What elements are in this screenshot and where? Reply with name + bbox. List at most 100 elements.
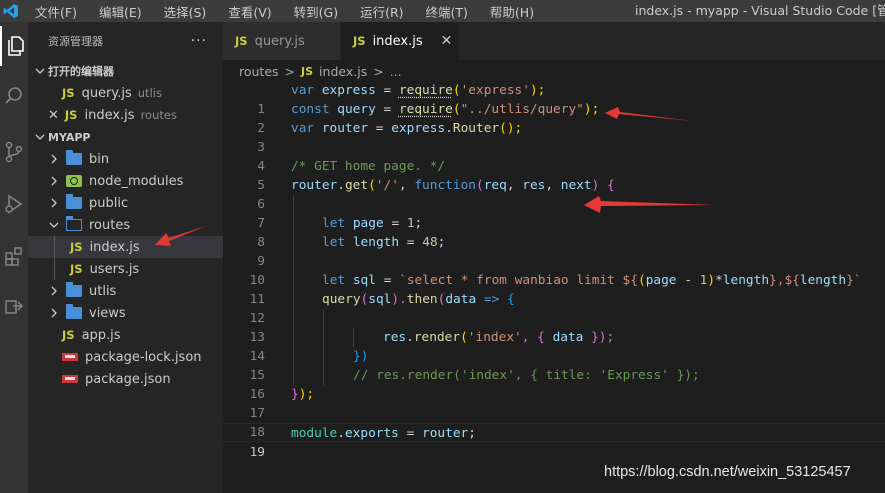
tab-query-js[interactable]: JS query.js [223, 22, 341, 60]
open-editor-desc: routes [140, 108, 177, 122]
breadcrumb-folder[interactable]: routes [239, 64, 279, 79]
indent-guide [293, 347, 294, 366]
js-file-icon: JS [64, 108, 78, 122]
open-editor-query-js[interactable]: JS query.js utlis [28, 82, 223, 104]
code-line: 2 const query = require("../utlis/query"… [223, 100, 885, 136]
indent-guide [293, 233, 294, 252]
window-title: index.js - myapp - Visual Studio Code [管… [635, 3, 885, 18]
folder-icon [66, 150, 82, 165]
project-title: MYAPP [48, 130, 91, 144]
tree-item-label: index.js [89, 239, 140, 255]
folder-icon [66, 194, 82, 209]
menu-terminal[interactable]: 终端(T) [413, 2, 477, 21]
vscode-logo-icon [0, 0, 22, 22]
menu-run[interactable]: 运行(R) [347, 2, 412, 21]
more-actions-icon[interactable]: ··· [191, 33, 207, 49]
menu-file[interactable]: 文件(F) [22, 2, 86, 21]
tree-folder-routes[interactable]: routes [28, 214, 223, 236]
breadcrumb: routes > JS index.js > ... [223, 60, 885, 82]
tree-item-label: views [89, 305, 126, 321]
line-number: 19 [249, 445, 265, 460]
extensions-icon[interactable] [0, 236, 28, 276]
tree-file-users-js[interactable]: JS users.js [28, 258, 223, 280]
indent-guide [293, 328, 294, 347]
tree-folder-utlis[interactable]: utlis [28, 280, 223, 302]
folder-icon [66, 304, 82, 319]
tree-file-app-js[interactable]: JS app.js [28, 324, 223, 346]
code-line: 4 [223, 138, 885, 174]
code-line: 10 [223, 252, 885, 288]
indent-guide [293, 252, 294, 271]
tree-item-label: users.js [89, 261, 140, 277]
activity-bar [0, 22, 28, 493]
open-editors-title: 打开的编辑器 [48, 65, 114, 78]
chevron-right-icon [46, 195, 62, 211]
code-line: 11 let sql = `select * from wanbiao limi… [223, 271, 885, 307]
tab-index-js[interactable]: JS index.js ✕ [341, 22, 459, 60]
line-content: var express = require('express'); [291, 83, 546, 98]
search-icon[interactable] [0, 76, 28, 116]
chevron-right-icon [46, 173, 62, 189]
npm-icon [62, 375, 78, 383]
menu-help[interactable]: 帮助(H) [477, 2, 543, 21]
menu-view[interactable]: 查看(V) [215, 2, 280, 21]
open-editor-label: index.js [84, 107, 135, 123]
remote-icon[interactable] [0, 286, 28, 326]
title-bar: 文件(F) 编辑(E) 选择(S) 查看(V) 转到(G) 运行(R) 终端(T… [0, 0, 885, 22]
tab-label: query.js [254, 33, 305, 49]
open-editor-index-js[interactable]: ✕ JS index.js routes [28, 104, 223, 126]
folder-icon [66, 282, 82, 297]
tree-folder-public[interactable]: public [28, 192, 223, 214]
tree-item-label: routes [89, 217, 131, 233]
js-file-icon: JS [62, 86, 75, 100]
tab-label: index.js [372, 33, 423, 49]
indent-guide [293, 195, 294, 214]
js-file-icon: JS [70, 262, 83, 276]
menu-edit[interactable]: 编辑(E) [86, 2, 151, 21]
indent-guide [293, 271, 294, 290]
code-line: 9 let length = 48; [223, 233, 885, 269]
source-control-icon[interactable] [0, 132, 28, 172]
chevron-right-icon [46, 305, 62, 321]
tree-file-package-json[interactable]: package.json [28, 368, 223, 390]
explorer-header: 资源管理器 ··· [28, 22, 223, 60]
tree-folder-bin[interactable]: bin [28, 148, 223, 170]
js-file-icon: JS [301, 64, 314, 78]
tree-item-label: bin [89, 151, 110, 167]
indent-guide [353, 328, 354, 347]
code-line: 1 var express = require('express'); [223, 81, 885, 117]
open-editors-section[interactable]: 打开的编辑器 [28, 60, 223, 82]
indent-guide [54, 236, 55, 258]
tree-folder-views[interactable]: views [28, 302, 223, 324]
breadcrumb-separator: > [284, 63, 296, 79]
code-editor[interactable]: 1 var express = require('express'); 2 co… [223, 80, 885, 493]
tree-item-label: utlis [89, 283, 117, 299]
project-section[interactable]: MYAPP [28, 126, 223, 148]
tree-file-index-js[interactable]: JS index.js [28, 236, 223, 258]
line-content: let sql = `select * from wanbiao limit $… [322, 273, 862, 288]
close-tab-icon[interactable]: ✕ [441, 33, 453, 49]
breadcrumb-symbols[interactable]: ... [390, 64, 402, 79]
code-line: 12 query(sql).then(data => { [223, 290, 885, 326]
menu-go[interactable]: 转到(G) [281, 2, 347, 21]
tree-file-package-lock-json[interactable]: package-lock.json [28, 346, 223, 368]
node-modules-folder-icon [66, 175, 82, 187]
breadcrumb-separator: > [373, 63, 384, 79]
watermark: https://blog.csdn.net/weixin_53125457 [604, 464, 851, 480]
breadcrumb-file[interactable]: index.js [319, 64, 367, 79]
menu-selection[interactable]: 选择(S) [151, 2, 216, 21]
code-line: 6 router.get('/', function(req, res, nex… [223, 176, 885, 212]
tree-item-label: package-lock.json [85, 349, 202, 365]
js-file-icon: JS [235, 34, 248, 48]
indent-guide [293, 214, 294, 233]
code-line: 3 var router = express.Router(); [223, 119, 885, 155]
code-line-current: 19 module.exports = router; [223, 423, 885, 460]
indent-guide [323, 328, 324, 347]
chevron-down-icon [32, 129, 48, 145]
code-line: 18 [223, 404, 885, 440]
explorer-icon[interactable] [0, 26, 28, 66]
close-icon[interactable]: ✕ [48, 108, 59, 123]
line-content: module.exports = router; [291, 426, 476, 441]
tree-folder-node-modules[interactable]: node_modules [28, 170, 223, 192]
run-debug-icon[interactable] [0, 184, 28, 224]
